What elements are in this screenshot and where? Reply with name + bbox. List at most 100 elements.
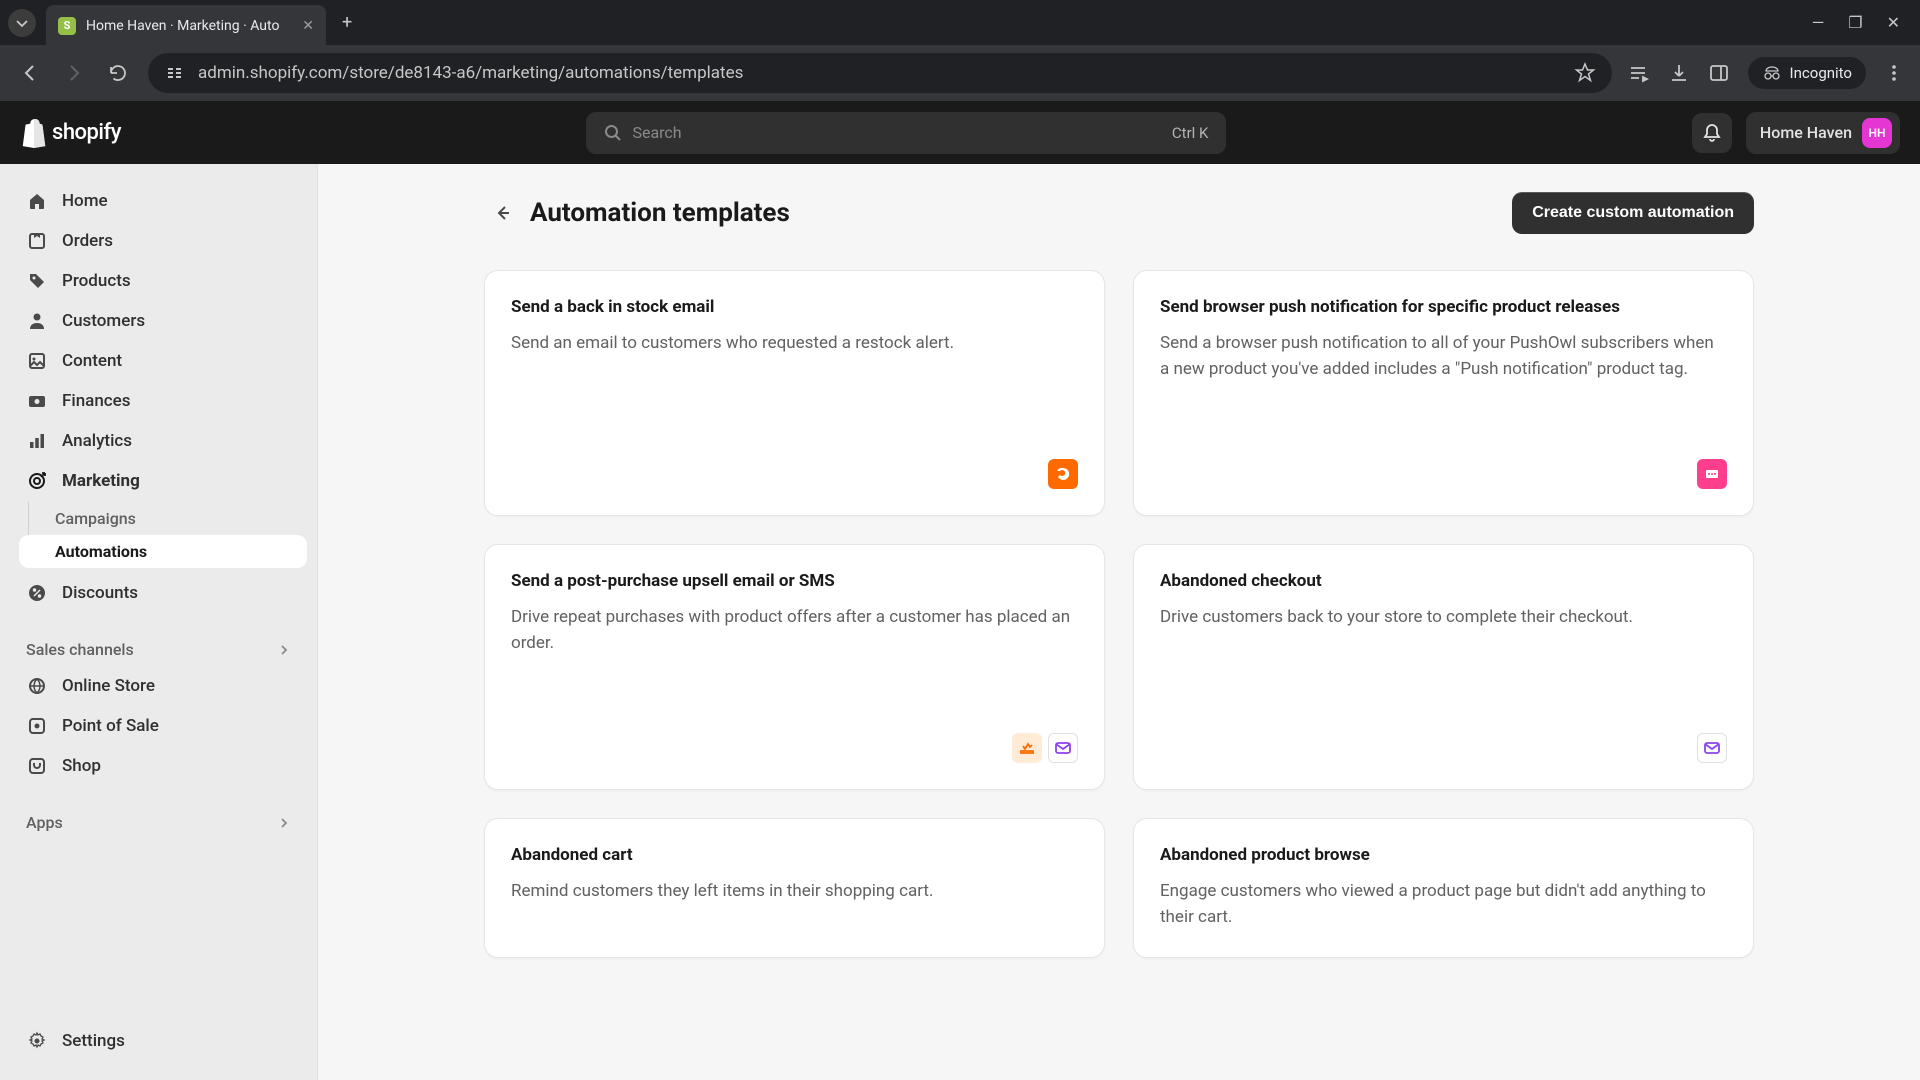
- app-icon: [1697, 733, 1727, 763]
- sidebar-item-discounts[interactable]: Discounts: [10, 574, 307, 612]
- app-header: shopify Search Ctrl K Home Haven HH: [0, 101, 1920, 164]
- shop-icon: [26, 755, 48, 777]
- card-title: Abandoned product browse: [1160, 845, 1727, 865]
- template-card[interactable]: Send a back in stock email Send an email…: [484, 270, 1105, 516]
- pos-icon: [26, 715, 48, 737]
- back-button[interactable]: [16, 59, 44, 87]
- sidebar-item-label: Marketing: [62, 471, 140, 491]
- browser-tab-bar: S Home Haven · Marketing · Auto ✕ + — ❐ …: [0, 0, 1920, 45]
- shopify-logo[interactable]: shopify: [20, 118, 121, 148]
- apps-header[interactable]: Apps: [10, 805, 307, 840]
- sidebar-item-label: Products: [62, 271, 131, 291]
- browser-url-bar: admin.shopify.com/store/de8143-a6/market…: [0, 45, 1920, 101]
- store-avatar: HH: [1862, 118, 1892, 148]
- maximize-icon[interactable]: ❐: [1848, 13, 1862, 32]
- template-card[interactable]: Send a post-purchase upsell email or SMS…: [484, 544, 1105, 790]
- sidebar-item-finances[interactable]: Finances: [10, 382, 307, 420]
- sidebar-item-home[interactable]: Home: [10, 182, 307, 220]
- back-arrow-button[interactable]: [484, 195, 520, 231]
- shopify-logo-text: shopify: [52, 120, 121, 145]
- browser-tab[interactable]: S Home Haven · Marketing · Auto ✕: [46, 5, 326, 47]
- store-switcher[interactable]: Home Haven HH: [1746, 112, 1900, 154]
- channel-online-store[interactable]: Online Store: [10, 667, 307, 705]
- card-title: Send browser push notification for speci…: [1160, 297, 1727, 317]
- person-icon: [26, 310, 48, 332]
- template-card[interactable]: Abandoned checkout Drive customers back …: [1133, 544, 1754, 790]
- sidebar-item-label: Discounts: [62, 583, 138, 603]
- sidebar-item-settings[interactable]: Settings: [10, 1022, 307, 1060]
- channel-point-of-sale[interactable]: Point of Sale: [10, 707, 307, 745]
- template-card[interactable]: Abandoned product browse Engage customer…: [1133, 818, 1754, 958]
- template-card[interactable]: Send browser push notification for speci…: [1133, 270, 1754, 516]
- bell-icon: [1702, 123, 1722, 143]
- main-content: Automation templates Create custom autom…: [318, 164, 1920, 1080]
- settings-label: Settings: [62, 1031, 125, 1051]
- new-tab-button[interactable]: +: [342, 12, 352, 33]
- sidebar-item-label: Home: [62, 191, 108, 211]
- sidebar-subitem-automations[interactable]: Automations: [19, 535, 307, 568]
- app-icon: [1697, 459, 1727, 489]
- search-placeholder: Search: [632, 123, 1171, 142]
- chart-icon: [26, 430, 48, 452]
- sidebar-item-products[interactable]: Products: [10, 262, 307, 300]
- sidebar-item-analytics[interactable]: Analytics: [10, 422, 307, 460]
- arrow-left-icon: [492, 203, 512, 223]
- card-title: Send a post-purchase upsell email or SMS: [511, 571, 1078, 591]
- sidebar-item-content[interactable]: Content: [10, 342, 307, 380]
- channel-label: Shop: [62, 756, 101, 776]
- tab-search-dropdown[interactable]: [8, 9, 36, 37]
- image-icon: [26, 350, 48, 372]
- forward-button[interactable]: [60, 59, 88, 87]
- channel-label: Online Store: [62, 676, 155, 696]
- create-custom-automation-button[interactable]: Create custom automation: [1512, 192, 1754, 234]
- tab-title: Home Haven · Marketing · Auto: [86, 18, 290, 34]
- sidebar-item-label: Finances: [62, 391, 131, 411]
- gear-icon: [26, 1030, 48, 1052]
- bookmark-star-icon[interactable]: [1574, 62, 1596, 84]
- incognito-badge[interactable]: Incognito: [1748, 57, 1866, 89]
- orders-icon: [26, 230, 48, 252]
- sidebar: Home Orders Products Customers Content F…: [0, 164, 318, 1080]
- store-icon: [26, 675, 48, 697]
- sidebar-item-orders[interactable]: Orders: [10, 222, 307, 260]
- sidebar-item-label: Customers: [62, 311, 145, 331]
- card-desc: Drive repeat purchases with product offe…: [511, 605, 1078, 717]
- tab-close-icon[interactable]: ✕: [302, 18, 314, 34]
- channel-label: Point of Sale: [62, 716, 159, 736]
- card-desc: Engage customers who viewed a product pa…: [1160, 879, 1727, 931]
- card-desc: Remind customers they left items in thei…: [511, 879, 1078, 931]
- store-name: Home Haven: [1760, 123, 1852, 142]
- notifications-button[interactable]: [1692, 113, 1732, 153]
- site-settings-icon[interactable]: [164, 62, 186, 84]
- close-window-icon[interactable]: ✕: [1887, 13, 1900, 32]
- sidebar-subitem-campaigns[interactable]: Campaigns: [29, 502, 307, 535]
- template-card[interactable]: Abandoned cart Remind customers they lef…: [484, 818, 1105, 958]
- browser-menu-icon[interactable]: [1884, 63, 1904, 83]
- search-icon: [604, 124, 622, 142]
- download-icon[interactable]: [1668, 62, 1690, 84]
- channel-shop[interactable]: Shop: [10, 747, 307, 785]
- media-playlist-icon[interactable]: [1628, 62, 1650, 84]
- search-shortcut: Ctrl K: [1172, 124, 1209, 142]
- sidebar-item-customers[interactable]: Customers: [10, 302, 307, 340]
- sidebar-item-label: Analytics: [62, 431, 132, 451]
- shopify-bag-icon: [20, 118, 48, 148]
- page-title: Automation templates: [530, 198, 1512, 228]
- url-input[interactable]: admin.shopify.com/store/de8143-a6/market…: [148, 53, 1612, 93]
- side-panel-icon[interactable]: [1708, 62, 1730, 84]
- card-title: Abandoned cart: [511, 845, 1078, 865]
- global-search[interactable]: Search Ctrl K: [586, 112, 1226, 154]
- sales-channels-header[interactable]: Sales channels: [10, 632, 307, 667]
- target-icon: [26, 470, 48, 492]
- url-text: admin.shopify.com/store/de8143-a6/market…: [198, 63, 1562, 83]
- reload-button[interactable]: [104, 59, 132, 87]
- home-icon: [26, 190, 48, 212]
- shopify-favicon-icon: S: [58, 17, 76, 35]
- chevron-right-icon: [277, 816, 291, 830]
- app-icon: [1048, 733, 1078, 763]
- incognito-label: Incognito: [1790, 64, 1852, 82]
- minimize-icon[interactable]: —: [1812, 13, 1825, 32]
- card-desc: Send a browser push notification to all …: [1160, 331, 1727, 443]
- sidebar-item-label: Orders: [62, 231, 113, 251]
- sidebar-item-marketing[interactable]: Marketing: [10, 462, 307, 500]
